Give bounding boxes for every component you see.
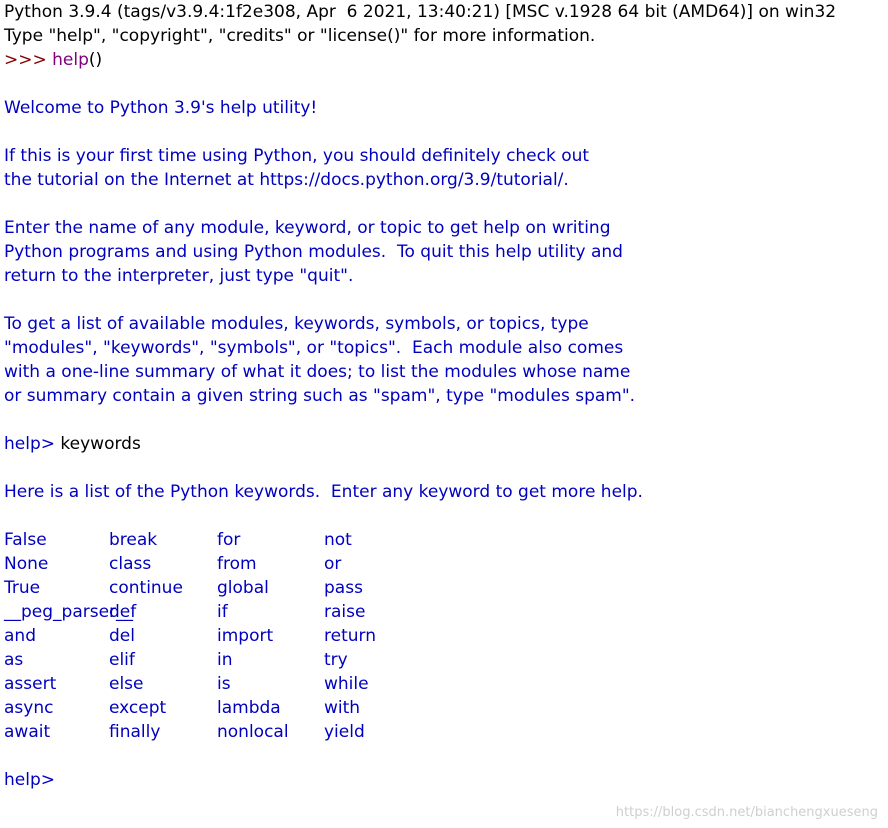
keyword-cell: except xyxy=(109,698,167,718)
keyword-cell: class xyxy=(109,554,152,574)
keyword-cell: raise xyxy=(324,602,366,622)
paragraph3-line-4: or summary contain a given string such a… xyxy=(4,386,636,406)
keyword-row: assert else is while xyxy=(4,672,884,696)
keyword-cell: continue xyxy=(109,578,183,598)
paragraph3-line-1: To get a list of available modules, keyw… xyxy=(4,314,589,334)
keyword-cell: del xyxy=(109,626,135,646)
keyword-cell: global xyxy=(217,578,269,598)
keywords-table: False break for not None class from or True conti… xyxy=(4,528,884,744)
paragraph2-line-2: Python programs and using Python modules… xyxy=(4,242,623,262)
keyword-cell: pass xyxy=(324,578,363,598)
keyword-cell: in xyxy=(217,650,233,670)
help-call: help xyxy=(52,50,89,70)
keyword-cell: finally xyxy=(109,722,161,742)
keyword-cell: break xyxy=(109,530,158,550)
banner-line-2: Type "help", "copyright", "credits" or "… xyxy=(4,26,596,46)
keywords-intro: Here is a list of the Python keywords. E… xyxy=(4,482,643,502)
paragraph2-line-1: Enter the name of any module, keyword, o… xyxy=(4,218,611,238)
paragraph1-line-1: If this is your first time using Python,… xyxy=(4,146,590,166)
keyword-cell: lambda xyxy=(217,698,281,718)
keyword-row: and del import return xyxy=(4,624,884,648)
help-prompt: help> xyxy=(4,434,61,454)
keyword-cell: assert xyxy=(4,674,57,694)
keyword-cell: False xyxy=(4,530,47,550)
keyword-row: as elif in try xyxy=(4,648,884,672)
keyword-row: __peg_parser__ def if raise xyxy=(4,600,884,624)
keyword-cell: not xyxy=(324,530,352,550)
keyword-cell: from xyxy=(217,554,257,574)
welcome-line: Welcome to Python 3.9's help utility! xyxy=(4,98,318,118)
paragraph1-line-2: the tutorial on the Internet at https://… xyxy=(4,170,569,190)
paragraph3-line-2: "modules", "keywords", "symbols", or "to… xyxy=(4,338,624,358)
keyword-row: True continue global pass xyxy=(4,576,884,600)
keyword-row: None class from or xyxy=(4,552,884,576)
keyword-cell: nonlocal xyxy=(217,722,289,742)
help-command: keywords xyxy=(60,434,141,454)
primary-prompt: >>> xyxy=(4,50,53,70)
keyword-row: async except lambda with xyxy=(4,696,884,720)
keyword-cell: try xyxy=(324,650,348,670)
help-call-parens: () xyxy=(88,50,103,70)
keyword-cell: True xyxy=(4,578,41,598)
input-line: >>> help() xyxy=(4,48,884,72)
paragraph2-line-3: return to the interpreter, just type "qu… xyxy=(4,266,354,286)
keyword-cell: or xyxy=(324,554,342,574)
keyword-cell: elif xyxy=(109,650,135,670)
keyword-cell: while xyxy=(324,674,369,694)
keyword-cell: def xyxy=(109,602,137,622)
keyword-cell: else xyxy=(109,674,144,694)
keyword-cell: None xyxy=(4,554,49,574)
keyword-row: False break for not xyxy=(4,528,884,552)
keyword-cell: as xyxy=(4,650,24,670)
keyword-cell: is xyxy=(217,674,231,694)
keyword-cell: await xyxy=(4,722,51,742)
keyword-cell: and xyxy=(4,626,36,646)
keyword-cell: import xyxy=(217,626,274,646)
keyword-row: await finally nonlocal yield xyxy=(4,720,884,744)
banner-line-1: Python 3.9.4 (tags/v3.9.4:1f2e308, Apr 6… xyxy=(4,2,837,22)
keyword-cell: for xyxy=(217,530,241,550)
watermark: https://blog.csdn.net/bianchengxueseng xyxy=(615,805,878,820)
paragraph3-line-3: with a one-line summary of what it does;… xyxy=(4,362,631,382)
help-command-line: help> keywords xyxy=(4,432,884,456)
final-help-prompt[interactable]: help> xyxy=(4,768,884,792)
keyword-cell: with xyxy=(324,698,361,718)
keyword-cell: yield xyxy=(324,722,365,742)
keyword-cell: if xyxy=(217,602,228,622)
keyword-cell: return xyxy=(324,626,376,646)
shell-output-area[interactable]: Python 3.9.4 (tags/v3.9.4:1f2e308, Apr 6… xyxy=(4,0,884,792)
keyword-cell: async xyxy=(4,698,54,718)
